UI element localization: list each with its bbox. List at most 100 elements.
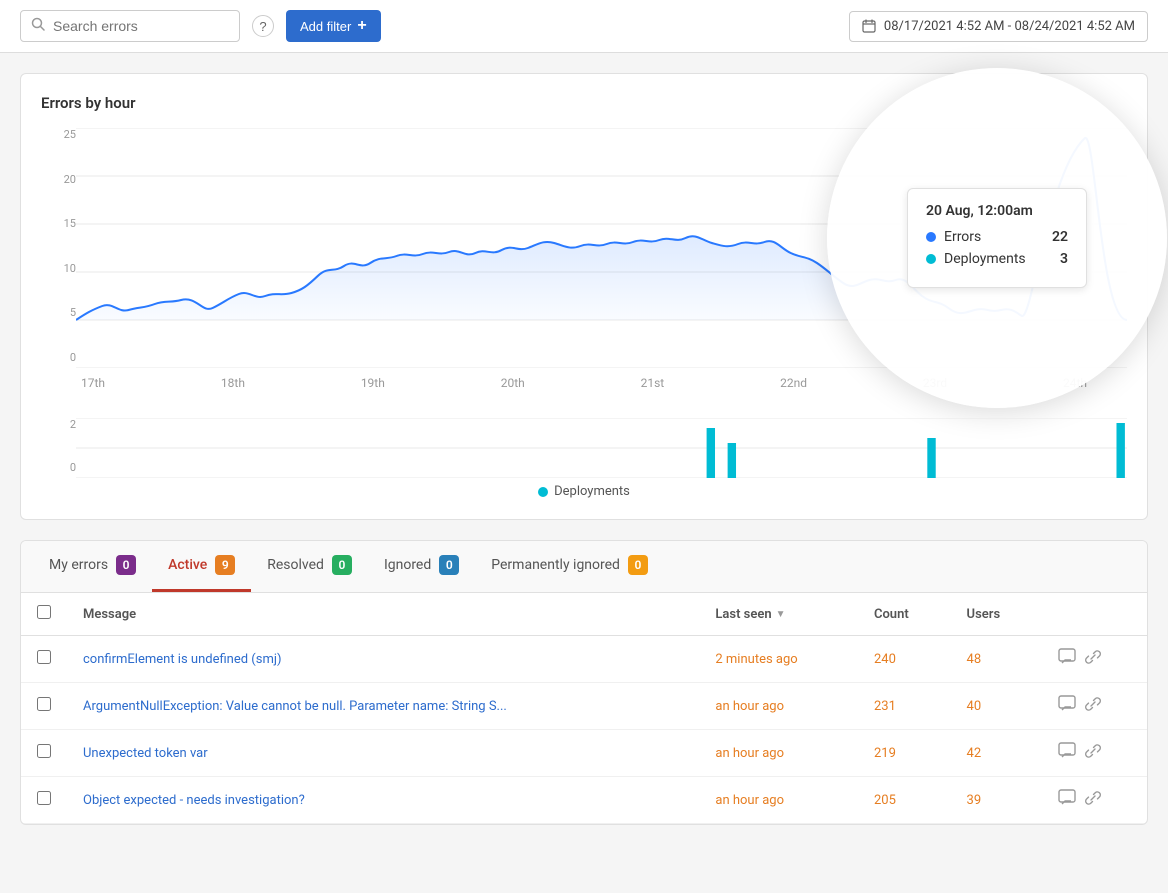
row-last-seen-0: 2 minutes ago (715, 652, 797, 667)
x-label-19: 19th (361, 376, 385, 390)
select-all-checkbox[interactable] (37, 605, 51, 619)
row-last-seen-cell: an hour ago (699, 777, 858, 824)
row-message-cell: confirmElement is undefined (smj) (67, 636, 699, 683)
error-link-2[interactable]: Unexpected token var (83, 746, 208, 761)
row-last-seen-cell: an hour ago (699, 730, 858, 777)
row-count-1: 231 (874, 699, 896, 714)
x-axis: 17th 18th 19th 20th 21st 22nd 23rd 24th (41, 372, 1127, 390)
tab-ignored-label: Ignored (384, 557, 431, 573)
row-last-seen-2: an hour ago (715, 746, 784, 761)
tab-active-badge: 9 (215, 555, 235, 575)
date-range-label: 08/17/2021 4:52 AM - 08/24/2021 4:52 AM (884, 19, 1135, 34)
x-label-20: 20th (501, 376, 525, 390)
row-last-seen-cell: 2 minutes ago (699, 636, 858, 683)
tab-active-label: Active (168, 557, 207, 573)
row-checkbox-cell (21, 636, 67, 683)
search-icon (31, 17, 45, 35)
row-count-0: 240 (874, 652, 896, 667)
col-checkbox (21, 593, 67, 636)
errors-table: Message Last seen ▼ Count Users (21, 593, 1147, 824)
row-checkbox-cell (21, 777, 67, 824)
x-label-21: 21st (641, 376, 665, 390)
tab-ignored[interactable]: Ignored 0 (368, 541, 475, 592)
col-last-seen[interactable]: Last seen ▼ (699, 593, 858, 636)
col-count: Count (858, 593, 951, 636)
tab-my-errors[interactable]: My errors 0 (33, 541, 152, 592)
y-axis: 25 20 15 10 5 0 (41, 128, 76, 368)
x-label-22: 22nd (780, 376, 807, 390)
comment-icon-2[interactable] (1058, 742, 1076, 764)
row-users-3: 39 (967, 793, 982, 808)
tab-ignored-badge: 0 (439, 555, 459, 575)
row-checkbox-cell (21, 730, 67, 777)
y-label-20: 20 (41, 173, 76, 186)
tab-resolved-badge: 0 (332, 555, 352, 575)
tab-my-errors-label: My errors (49, 557, 108, 573)
plus-icon: + (357, 17, 366, 35)
add-filter-button[interactable]: Add filter + (286, 10, 381, 42)
row-checkbox-1[interactable] (37, 697, 51, 711)
table-row: confirmElement is undefined (smj) 2 minu… (21, 636, 1147, 683)
row-users-2: 42 (967, 746, 982, 761)
y-label-10: 10 (41, 262, 76, 275)
y-label-0: 0 (41, 351, 76, 364)
row-users-0: 48 (967, 652, 982, 667)
row-checkbox-0[interactable] (37, 650, 51, 664)
row-count-cell: 205 (858, 777, 951, 824)
y-label-25: 25 (41, 128, 76, 141)
row-users-cell: 48 (951, 636, 1042, 683)
error-link-1[interactable]: ArgumentNullException: Value cannot be n… (83, 699, 507, 714)
error-link-0[interactable]: confirmElement is undefined (smj) (83, 652, 282, 667)
link-icon-3[interactable] (1084, 789, 1102, 811)
row-actions-cell (1042, 730, 1147, 777)
chart-title: Errors by hour (41, 94, 1127, 112)
row-checkbox-cell (21, 683, 67, 730)
row-message-cell: Object expected - needs investigation? (67, 777, 699, 824)
row-actions-cell (1042, 636, 1147, 683)
x-label-24: 24th (1063, 376, 1087, 390)
col-message: Message (67, 593, 699, 636)
row-actions-cell (1042, 777, 1147, 824)
errors-chart-svg (76, 128, 1127, 368)
tab-resolved[interactable]: Resolved 0 (251, 541, 368, 592)
tabs-container: My errors 0 Active 9 Resolved 0 Ignored … (20, 540, 1148, 825)
table-row: Unexpected token var an hour ago 219 42 (21, 730, 1147, 777)
x-label-18: 18th (221, 376, 245, 390)
col-actions (1042, 593, 1147, 636)
link-icon-2[interactable] (1084, 742, 1102, 764)
tab-permanently-ignored[interactable]: Permanently ignored 0 (475, 541, 664, 592)
row-count-2: 219 (874, 746, 896, 761)
link-icon-1[interactable] (1084, 695, 1102, 717)
add-filter-label: Add filter (300, 19, 351, 34)
error-link-3[interactable]: Object expected - needs investigation? (83, 793, 305, 808)
deployments-svg (76, 418, 1127, 478)
link-icon-0[interactable] (1084, 648, 1102, 670)
row-count-cell: 240 (858, 636, 951, 683)
row-count-cell: 231 (858, 683, 951, 730)
table-row: ArgumentNullException: Value cannot be n… (21, 683, 1147, 730)
search-input[interactable] (53, 18, 229, 34)
row-users-1: 40 (967, 699, 982, 714)
y-label-5: 5 (41, 306, 76, 319)
row-checkbox-3[interactable] (37, 791, 51, 805)
tab-active[interactable]: Active 9 (152, 541, 251, 592)
x-label-17: 17th (81, 376, 105, 390)
search-wrapper (20, 10, 240, 42)
row-last-seen-1: an hour ago (715, 699, 784, 714)
row-last-seen-cell: an hour ago (699, 683, 858, 730)
comment-icon-3[interactable] (1058, 789, 1076, 811)
row-checkbox-2[interactable] (37, 744, 51, 758)
row-users-cell: 42 (951, 730, 1042, 777)
comment-icon-1[interactable] (1058, 695, 1076, 717)
date-range-picker[interactable]: 08/17/2021 4:52 AM - 08/24/2021 4:52 AM (849, 11, 1148, 42)
row-last-seen-3: an hour ago (715, 793, 784, 808)
help-button[interactable]: ? (252, 15, 274, 37)
comment-icon-0[interactable] (1058, 648, 1076, 670)
deploy-legend-dot (538, 487, 548, 497)
col-users: Users (951, 593, 1042, 636)
chart-container: Errors by hour 25 20 15 10 5 0 (20, 73, 1148, 520)
row-message-cell: ArgumentNullException: Value cannot be n… (67, 683, 699, 730)
row-count-3: 205 (874, 793, 896, 808)
x-label-23: 23rd (923, 376, 947, 390)
deployments-legend: Deployments (41, 484, 1127, 499)
